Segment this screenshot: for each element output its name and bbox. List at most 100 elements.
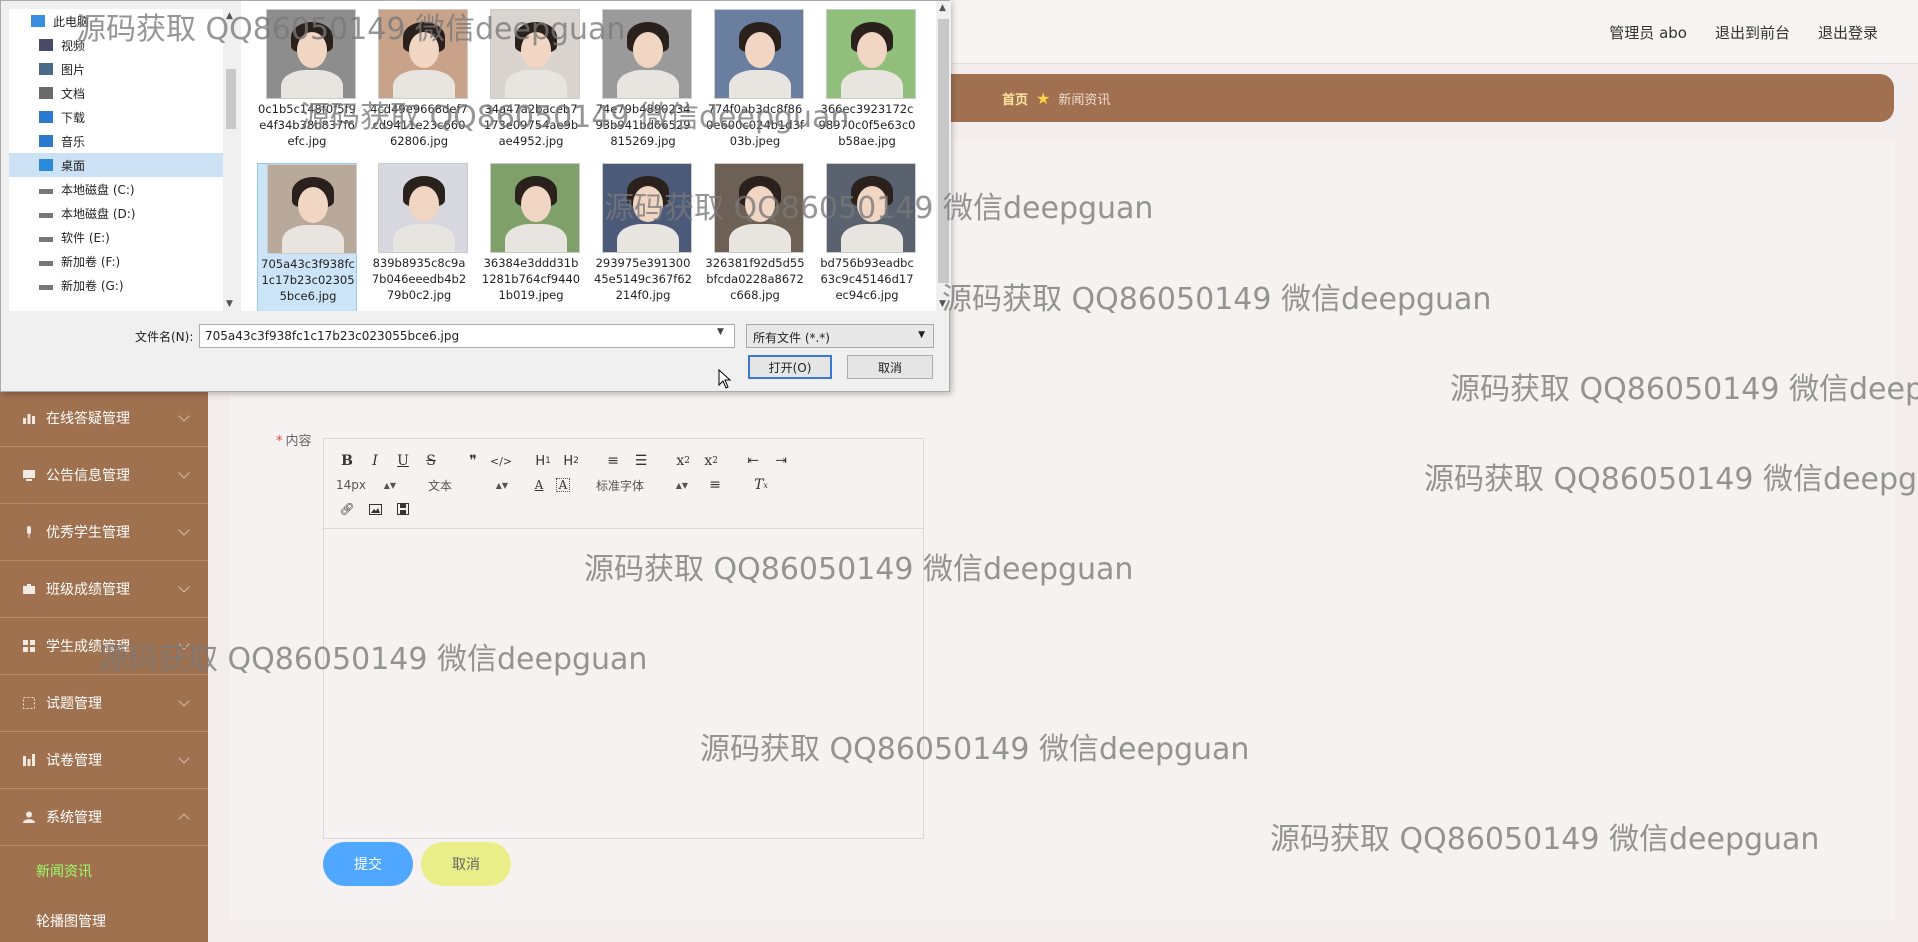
file-item[interactable]: 293975e39130045e5149c367f62214f0.jpg — [593, 163, 693, 311]
cancel-button[interactable]: 取消 — [421, 842, 511, 886]
sidebar-item-label: 系统管理 — [46, 810, 102, 826]
font-family-select[interactable]: 标准字体 ▲▼ — [596, 474, 688, 496]
file-item[interactable]: 839b8935c8c9a7b046eeedb4b279b0c2.jpg — [369, 163, 469, 311]
heading1-button[interactable]: H1 — [532, 450, 554, 472]
subscript-button[interactable]: x2 — [672, 450, 694, 472]
chevron-down-icon — [178, 467, 190, 479]
sidebar-item-label: 班级成绩管理 — [46, 582, 130, 598]
sidebar-subitem-carousel[interactable]: 轮播图管理 — [0, 896, 208, 942]
sidebar-item-system[interactable]: 系统管理 — [0, 789, 208, 846]
filename-input[interactable] — [199, 324, 735, 348]
font-family-value: 标准字体 — [596, 478, 645, 493]
file-item[interactable]: 326381f92d5d55bfcda0228a8672c668.jpg — [705, 163, 805, 311]
chevron-up-icon — [178, 813, 190, 825]
file-item[interactable]: 774f0ab3dc8f860e600c024b1d3f03b.jpeg — [705, 9, 805, 159]
text-color-icon[interactable]: A — [528, 474, 550, 496]
scroll-down-icon[interactable]: ▼ — [226, 299, 233, 309]
sidebar-item-announcements[interactable]: 公告信息管理 — [0, 447, 208, 504]
image-icon[interactable] — [364, 498, 386, 520]
nav-item[interactable]: 软件 (E:) — [9, 225, 224, 249]
align-icon[interactable]: ≡ — [704, 474, 726, 496]
logout-link[interactable]: 退出登录 — [1818, 22, 1878, 43]
background-color-icon[interactable]: A — [556, 478, 570, 492]
nav-scrollbar[interactable]: ▲ ▼ — [223, 9, 239, 311]
bold-button[interactable]: B — [336, 450, 358, 472]
scroll-up-icon[interactable]: ▲ — [226, 11, 233, 21]
paragraph-select[interactable]: 文本 ▲▼ — [428, 474, 508, 496]
font-size-select[interactable]: 14px ▲▼ — [336, 474, 396, 496]
sidebar-item-excellent-students[interactable]: 优秀学生管理 — [0, 504, 208, 561]
indent-icon[interactable]: ⇥ — [770, 450, 792, 472]
file-item[interactable]: 366ec3923172c98970c0f5e63c0b58ae.jpg — [817, 9, 917, 159]
file-item[interactable]: 0c1b5c148f0f5f9e4f34b38b837f6efc.jpg — [257, 9, 357, 159]
mouse-cursor-icon — [718, 369, 732, 389]
file-item[interactable]: 4cd49e9668def7cd9411e23c66062806.jpg — [369, 9, 469, 159]
nav-item[interactable]: 文档 — [9, 81, 224, 105]
link-icon[interactable]: 🔗︎ — [336, 498, 358, 520]
file-name: 774f0ab3dc8f860e600c024b1d3f03b.jpeg — [706, 102, 804, 148]
file-item[interactable]: 74e79b489023493b941bd66529815269.jpg — [593, 9, 693, 159]
sidebar-item-student-scores[interactable]: 学生成绩管理 — [0, 618, 208, 675]
file-name: 36384e3ddd31b1281b764cf94401b019.jpeg — [481, 256, 581, 302]
chevron-down-icon — [178, 524, 190, 536]
content-label: * 内容 — [276, 430, 312, 449]
heading2-button[interactable]: H2 — [560, 450, 582, 472]
nav-item[interactable]: 桌面 — [9, 153, 224, 177]
filetype-select[interactable]: 所有文件 (*.*) ▼ — [746, 324, 934, 348]
rich-text-editor: B I U S ❞ </> H1 H2 ≡ ☰ x2 x2 ⇤ ⇥ 14px ▲▼… — [323, 438, 924, 839]
photo-thumbnail — [602, 9, 692, 99]
submit-button[interactable]: 提交 — [323, 842, 413, 886]
nav-item[interactable]: 新加卷 (G:) — [9, 273, 224, 297]
nav-item-label: 新加卷 (F:) — [61, 254, 121, 269]
breadcrumb-home[interactable]: 首页 — [1002, 89, 1028, 108]
nav-item[interactable]: 下载 — [9, 105, 224, 129]
file-item[interactable]: 34a47a2baceb7173e09754ae9bae4952.jpg — [481, 9, 581, 159]
files-scrollbar[interactable]: ▲ ▼ — [936, 1, 951, 311]
exit-to-front-link[interactable]: 退出到前台 — [1715, 22, 1790, 43]
nav-scroll-thumb[interactable] — [226, 69, 236, 129]
sidebar-item-qa[interactable]: 在线答疑管理 — [0, 390, 208, 447]
file-name: 366ec3923172c98970c0f5e63c0b58ae.jpg — [818, 102, 916, 148]
nav-item[interactable]: 图片 — [9, 57, 224, 81]
font-size-value: 14px — [336, 478, 366, 492]
file-item[interactable]: 705a43c3f938fc1c17b23c023055bce6.jpg — [257, 163, 357, 311]
toolbar-row-formatting: B I U S ❞ </> H1 H2 ≡ ☰ x2 x2 ⇤ ⇥ — [336, 449, 911, 473]
editor-content-area[interactable] — [324, 529, 923, 838]
strike-button[interactable]: S — [420, 450, 442, 472]
superscript-button[interactable]: x2 — [700, 450, 722, 472]
nav-item[interactable]: 本地磁盘 (D:) — [9, 201, 224, 225]
file-item[interactable]: 36384e3ddd31b1281b764cf94401b019.jpeg — [481, 163, 581, 311]
sidebar-item-questions[interactable]: 试题管理 — [0, 675, 208, 732]
photo-thumbnail — [826, 9, 916, 99]
italic-button[interactable]: I — [364, 450, 386, 472]
scroll-down-icon[interactable]: ▼ — [939, 299, 946, 309]
outdent-icon[interactable]: ⇤ — [742, 450, 764, 472]
scroll-up-icon[interactable]: ▲ — [939, 3, 946, 13]
chevron-down-icon — [178, 752, 190, 764]
dialog-cancel-button[interactable]: 取消 — [847, 355, 933, 379]
sidebar-item-class-scores[interactable]: 班级成绩管理 — [0, 561, 208, 618]
photo-thumbnail — [602, 163, 692, 253]
underline-button[interactable]: U — [392, 450, 414, 472]
nav-item[interactable]: 此电脑 — [9, 9, 224, 33]
file-item[interactable]: bd756b93eadbc63c9c45146d17ec94c6.jpg — [817, 163, 917, 311]
image-glyph — [368, 503, 382, 515]
filename-dropdown-icon[interactable]: ▼ — [717, 327, 724, 337]
video-icon[interactable] — [392, 498, 414, 520]
open-button[interactable]: 打开(O) — [748, 355, 832, 379]
bullet-list-icon[interactable]: ☰ — [630, 450, 652, 472]
blockquote-button[interactable]: ❞ — [462, 450, 484, 472]
nav-item[interactable]: 新加卷 (F:) — [9, 249, 224, 273]
files-scroll-thumb[interactable] — [938, 19, 949, 283]
grid-icon — [23, 640, 35, 652]
clear-format-icon[interactable]: Tx — [750, 474, 772, 496]
nav-item-label: 文档 — [61, 86, 86, 101]
filename-label: 文件名(N): — [135, 330, 194, 344]
sidebar-subitem-news[interactable]: 新闻资讯 — [0, 846, 208, 896]
code-block-button[interactable]: </> — [490, 450, 512, 472]
ordered-list-icon[interactable]: ≡ — [602, 450, 624, 472]
nav-item[interactable]: 音乐 — [9, 129, 224, 153]
nav-item[interactable]: 本地磁盘 (C:) — [9, 177, 224, 201]
sidebar-item-papers[interactable]: 试卷管理 — [0, 732, 208, 789]
nav-item[interactable]: 视频 — [9, 33, 224, 57]
